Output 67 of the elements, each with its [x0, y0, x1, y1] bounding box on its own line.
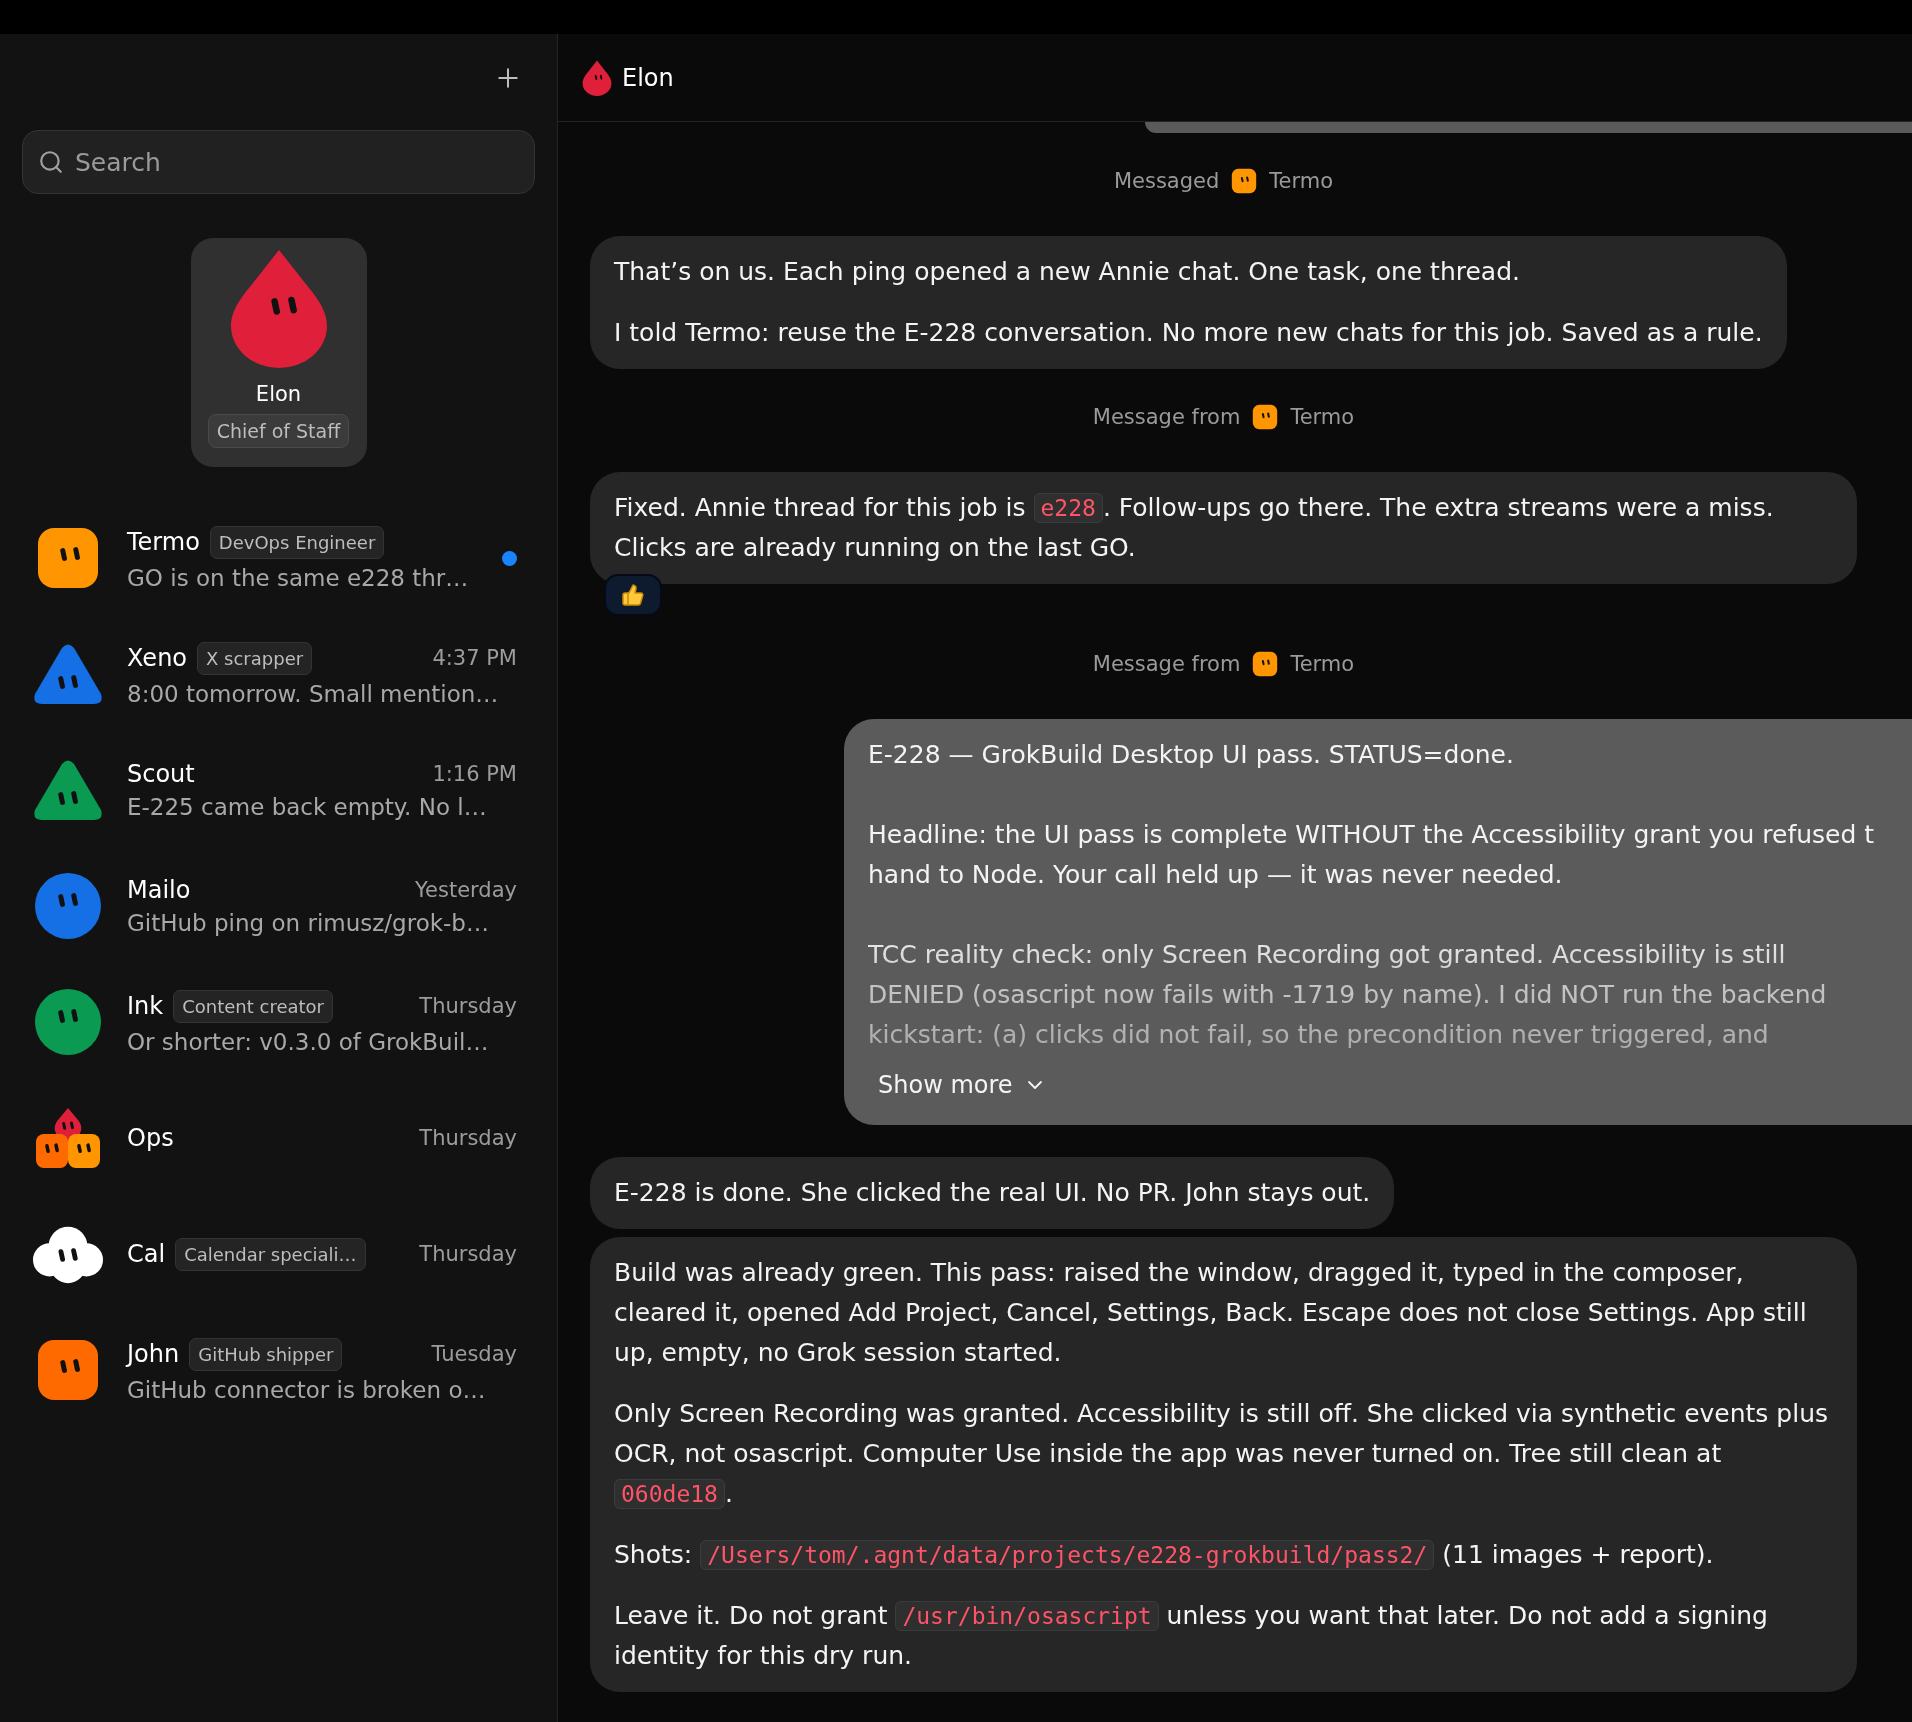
message-text: I told Termo: reuse the E-228 conversation. No more new chats for this job. Saved as a rule. [614, 317, 1763, 349]
inline-code: /usr/bin/osascript [895, 1601, 1159, 1631]
conversation-item[interactable]: Termo DevOps Engineer GO is on the same e228 thr… [0, 500, 557, 616]
agent-card[interactable]: Elon Chief of Staff [190, 238, 367, 467]
system-label: Message from [1092, 405, 1241, 429]
message-preview: GitHub ping on rimusz/grok-b… [127, 910, 490, 936]
role-tag: DevOps Engineer [209, 525, 385, 559]
conversation-item[interactable]: John GitHub shipper Tuesday GitHub connector is broken o… [0, 1312, 557, 1428]
group-avatar-icon [34, 1106, 102, 1170]
message-text: Headline: the UI pass is complete WITHOUT the Accessibility grant you refused t [868, 819, 1876, 851]
message-text: TCC reality check: only Screen Recording got granted. Accessibility is still [868, 939, 1787, 971]
message-time: 4:37 PM [432, 646, 517, 670]
inline-code: /Users/tom/.agnt/data/projects/e228-grokbuild/pass2/ [700, 1540, 1435, 1570]
message-time: Yesterday [415, 878, 517, 902]
search-field[interactable]: Search [22, 130, 535, 194]
message-preview: GO is on the same e228 thr… [127, 564, 470, 591]
conversation-item[interactable]: Cal Calendar speciali… Thursday [0, 1196, 557, 1312]
contact-name: Ink [127, 992, 164, 1020]
role-tag: Chief of Staff [207, 414, 350, 448]
message-time: Thursday [419, 1126, 517, 1150]
message-preview: GitHub connector is broken o… [127, 1376, 487, 1403]
contact-name: Ops [127, 1124, 174, 1152]
message-text: Shots: /Users/tom/.agnt/data/projects/e228-grokbuild/pass2/ (11 images + report). [614, 1539, 1715, 1572]
message-text: Build was already green. This pass: raised the window, dragged it, typed in the composer, cleared it, opened Add Project, Cancel, Settings, Back. Escape does not close Settings. App still up, empty, no Grok session started. [614, 1257, 1808, 1369]
message-text: E-228 — GrokBuild Desktop UI pass. STATUS=done. [868, 739, 1515, 771]
message-text: That’s on us. Each ping opened a new Annie chat. One task, one thread. [614, 256, 1521, 288]
message-time: Thursday [419, 994, 517, 1018]
contact-name: John [127, 1340, 180, 1368]
contact-name: Xeno [127, 644, 188, 672]
show-more-button[interactable]: Show more [878, 1065, 1047, 1105]
chat-title: Elon [622, 63, 674, 92]
inline-code: 060de18 [614, 1479, 725, 1509]
system-label: Messaged [1113, 169, 1220, 193]
contact-name: Cal [127, 1240, 166, 1268]
role-tag: X scrapper [197, 641, 313, 675]
agent-name: Elon [255, 382, 302, 406]
message-preview: E-225 came back empty. No l… [127, 794, 488, 820]
message-preview: Or shorter: v0.3.0 of GrokBuil… [127, 1028, 490, 1055]
message-text: hand to Node. Your call held up — it was never needed. [868, 859, 1564, 891]
message-preview: 8:00 tomorrow. Small mention… [127, 680, 500, 707]
contact-name: Termo [127, 528, 200, 556]
message-time: 1:16 PM [432, 762, 517, 786]
message-text: E-228 is done. She clicked the real UI. No PR. John stays out. [614, 1177, 1371, 1209]
reaction-badge[interactable] [604, 574, 662, 616]
agent-name: Termo [1290, 652, 1355, 676]
role-tag: Content creator [173, 989, 333, 1023]
conversation-item[interactable]: Scout 1:16 PM E-225 came back empty. No l… [0, 732, 557, 848]
conversation-item[interactable]: Ink Content creator Thursday Or shorter: v0.3.0 of GrokBuil… [0, 964, 557, 1080]
message-text: Leave it. Do not grant /usr/bin/osascript unless you want that later. Do not add a signing identity for this dry run. [614, 1600, 1769, 1672]
message-text: Fixed. Annie thread for this job is e228 . Follow-ups go there. The extra streams were a miss. Clicks are already running on the last GO. [614, 492, 1775, 564]
message-time: Tuesday [431, 1342, 517, 1366]
system-label: Message from [1092, 652, 1241, 676]
conversation-item[interactable]: Xeno X scrapper 4:37 PM 8:00 tomorrow. Small mention… [0, 616, 557, 732]
search-icon [38, 149, 64, 175]
message-text: DENIED (osascript now fails with -1719 by name). I did NOT run the backend [868, 979, 1828, 1011]
role-tag: GitHub shipper [189, 1337, 343, 1371]
contact-name: Mailo [127, 876, 191, 904]
contact-name: Scout [127, 760, 195, 788]
inline-code: e228 [1033, 493, 1103, 523]
role-tag: Calendar speciali… [175, 1237, 366, 1271]
message-time: Thursday [419, 1242, 517, 1266]
conversation-item[interactable]: Mailo Yesterday GitHub ping on rimusz/grok-b… [0, 848, 557, 964]
conversation-item[interactable]: Ops Thursday [0, 1080, 557, 1196]
agent-name: Termo [1269, 169, 1334, 193]
message-text: kickstart: (a) clicks did not fail, so the precondition never triggered, and [868, 1019, 1770, 1051]
message-text: Only Screen Recording was granted. Accessibility is still off. She clicked via synthetic events plus OCR, not osascript. Computer Use inside the app was never turned on. Tree still clean at 060de18 . [614, 1398, 1829, 1511]
agent-name: Termo [1290, 405, 1355, 429]
